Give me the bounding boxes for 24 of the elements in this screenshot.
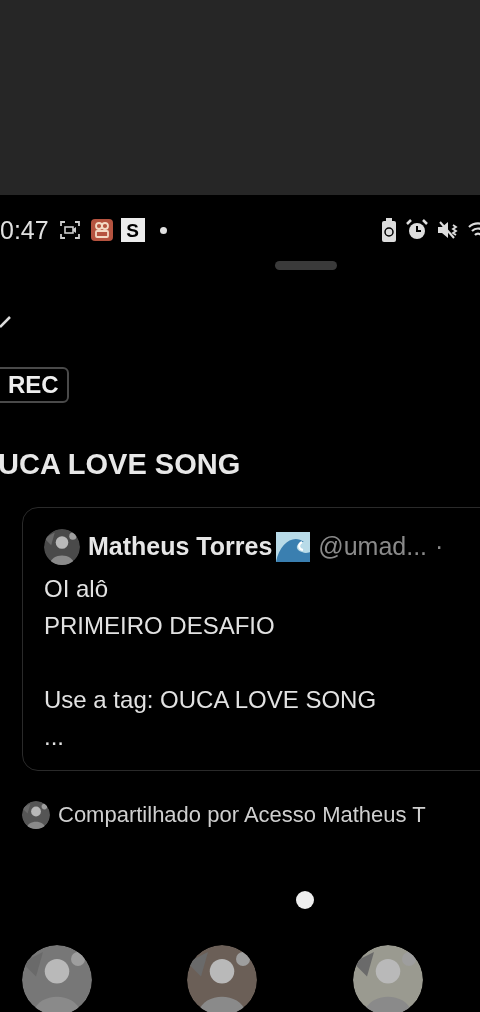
rec-badge: REC	[0, 367, 69, 403]
check-icon[interactable]	[0, 315, 12, 329]
screen-record-icon	[58, 220, 81, 240]
app-badge: S	[120, 218, 145, 242]
post-text-line: Use a tag: OUCA LOVE SONG	[44, 684, 378, 715]
alarm-icon	[406, 219, 428, 241]
author-avatar	[44, 528, 80, 565]
app-icon	[90, 219, 113, 241]
notification-dot-icon	[159, 226, 167, 234]
post-text-line: OI alô	[44, 573, 110, 604]
separator-dot: ·	[435, 531, 444, 562]
sharer-avatar	[22, 800, 50, 829]
post-title: UCA LOVE SONG	[0, 447, 242, 481]
wave-icon	[276, 531, 311, 562]
author-handle: @umad...	[318, 531, 428, 562]
author-name[interactable]: Matheus Torres	[88, 528, 273, 566]
clock-time: 0:47	[0, 217, 49, 243]
mute-icon	[437, 219, 459, 241]
post-text-line: PRIMEIRO DESAFIO	[44, 610, 276, 641]
post-text-line: ...	[44, 721, 65, 752]
quoted-post-card[interactable]: Matheus Torres @umad... · OI alô PRIMEIRO DESAFIO Use a tag: OUCA LOVE SONG ...	[22, 507, 480, 771]
battery-saver-icon	[381, 218, 397, 242]
drag-handle[interactable]	[275, 261, 337, 270]
shared-by-text: Compartilhado por Acesso Matheus T	[58, 801, 426, 829]
